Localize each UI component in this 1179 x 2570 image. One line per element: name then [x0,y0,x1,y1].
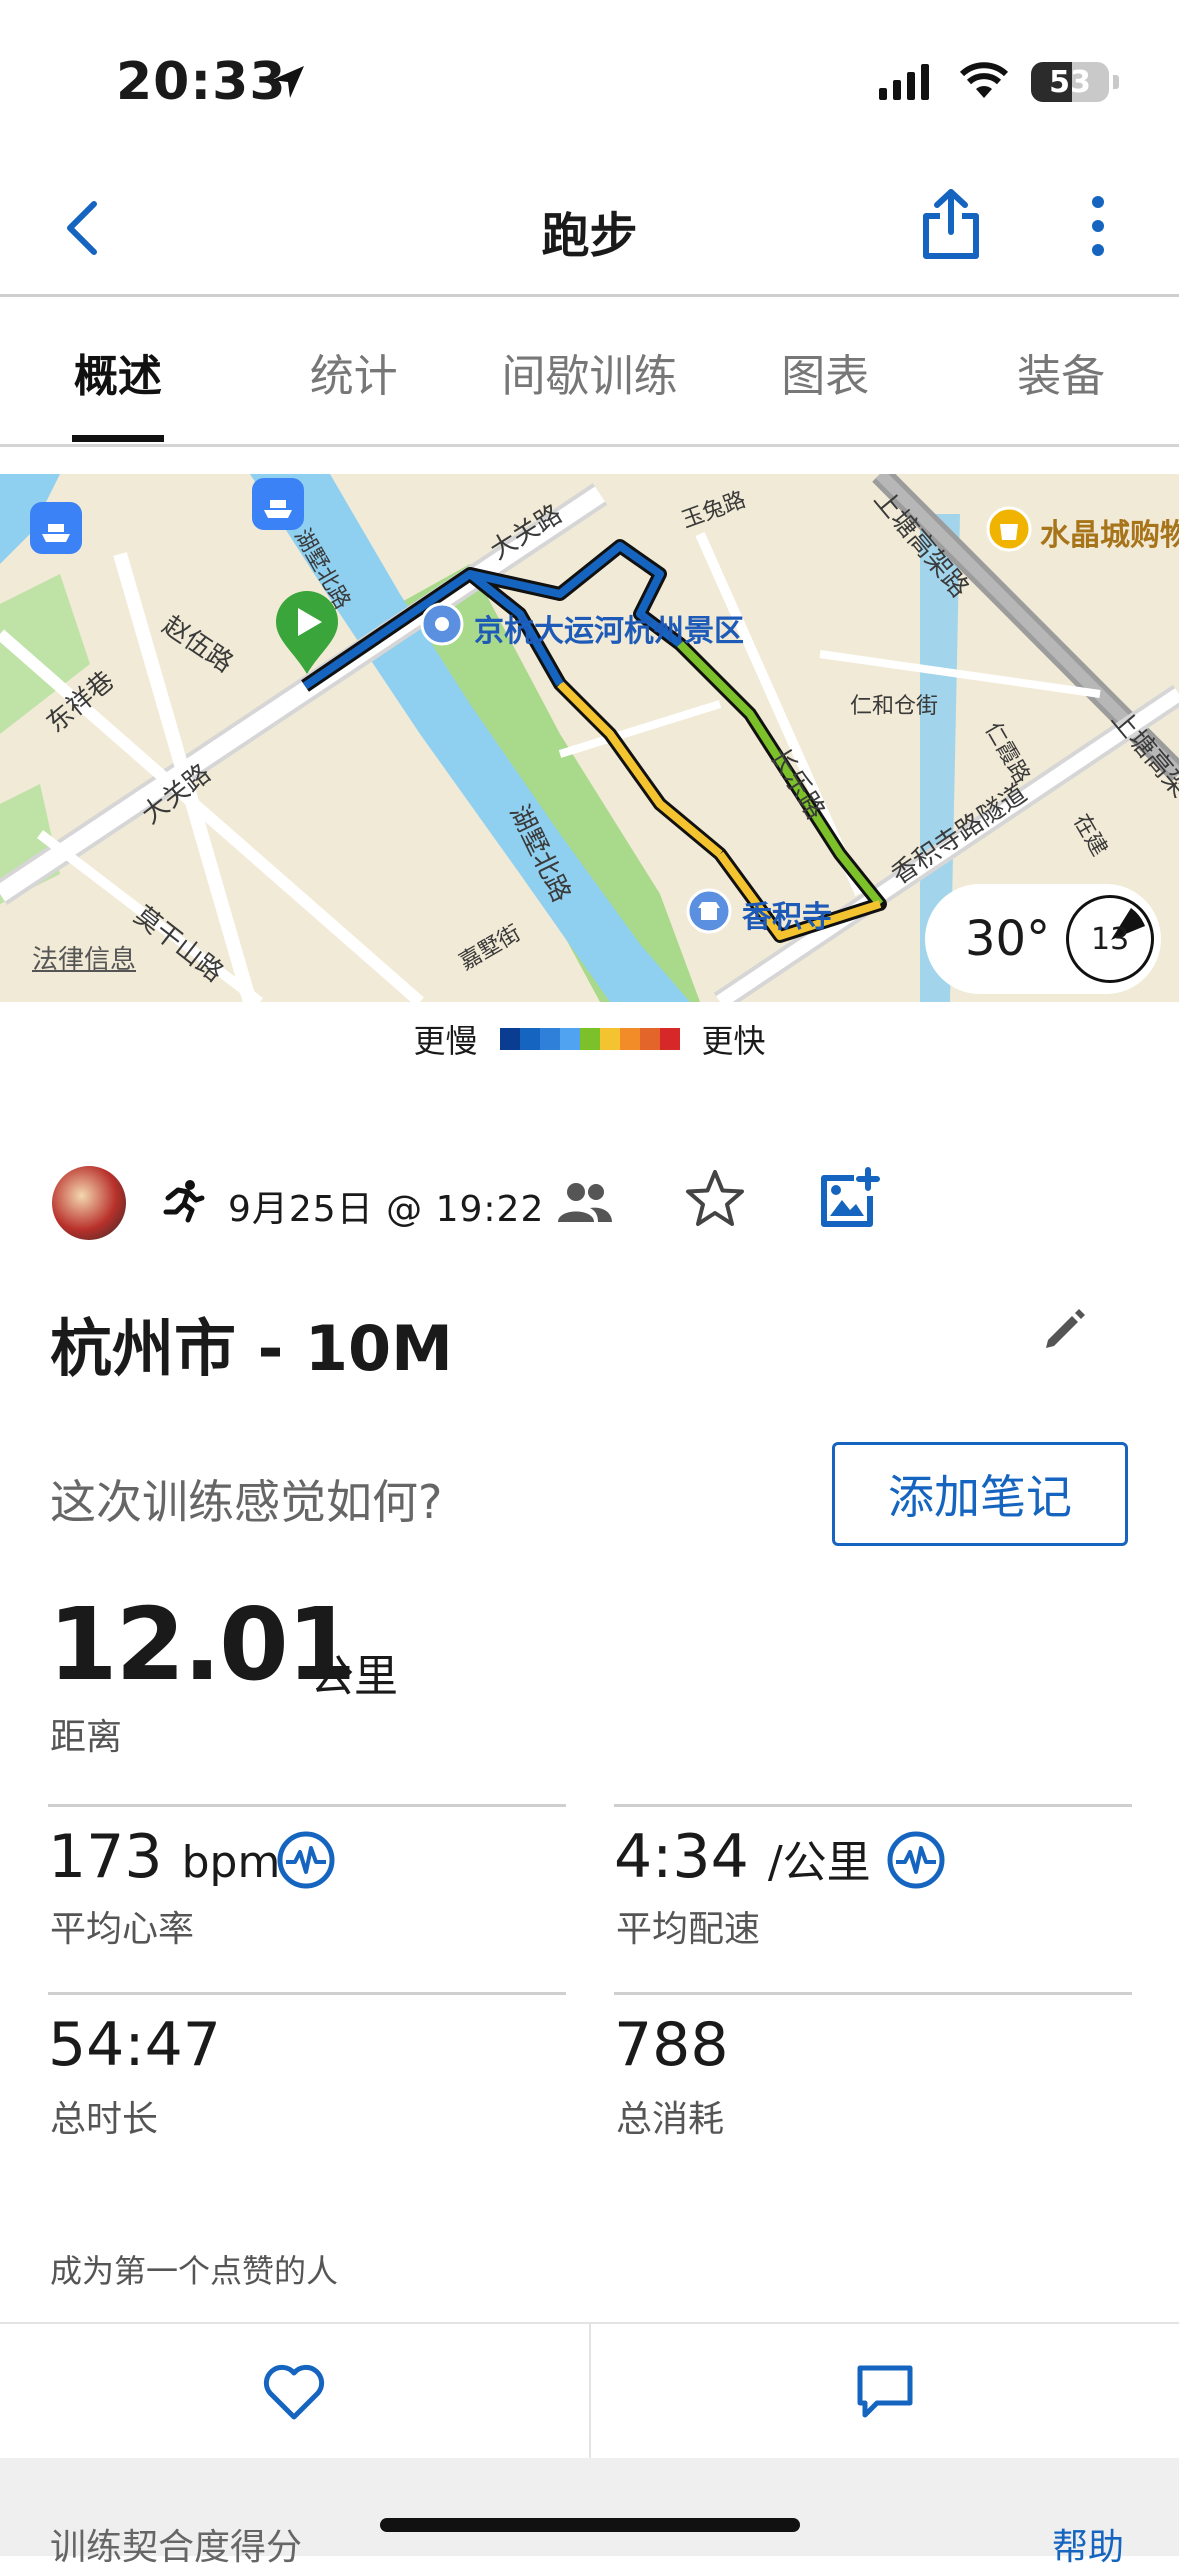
speed-color-swatch [620,1028,640,1050]
avatar[interactable] [52,1166,126,1240]
add-note-button[interactable]: 添加笔记 [832,1442,1128,1546]
like-first-text: 成为第一个点赞的人 [50,2246,338,2292]
map-poi-mall: 水晶城购物 [1040,510,1179,554]
home-indicator[interactable] [380,2518,800,2532]
comment-button[interactable] [589,2324,1179,2460]
star-icon[interactable] [684,1168,746,1230]
edit-pencil-icon[interactable] [1042,1306,1088,1352]
tab-gear[interactable]: 装备 [943,300,1179,444]
cellular-signal-icon [877,62,937,102]
wind-speed: 13 [1091,922,1129,957]
weather-widget: 30° 13 [925,884,1161,994]
feel-prompt: 这次训练感觉如何? [50,1466,442,1532]
stat-divider [614,1804,1132,1807]
battery-icon: 53 [1031,62,1109,102]
speed-color-swatch [580,1028,600,1050]
map-road-label: 仁和仓街 [850,688,938,720]
ferry-icon [252,478,304,530]
heart-rate-monitor-icon [886,1830,946,1890]
running-icon [160,1178,206,1224]
training-fit-score-heading: 训练契合度得分 [50,2518,302,2570]
wifi-icon [959,62,1009,102]
activity-title: 杭州市 - 10M [50,1298,453,1388]
pace-unit: /公里 [768,1837,871,1888]
stat-divider [614,1992,1132,1995]
ferry-icon [30,502,82,554]
calories-label: 总消耗 [616,2090,724,2142]
status-indicators: 53 [877,62,1119,102]
stat-divider [48,1992,566,1995]
heart-rate-label: 平均心率 [50,1900,194,1952]
distance-value: 12.01 [48,1586,354,1703]
pace-stat: 4:34 /公里 [614,1822,871,1892]
battery-nub [1113,75,1119,89]
activity-date: 9月25日 @ 19:22 [228,1180,544,1232]
tab-charts[interactable]: 图表 [707,300,943,444]
shopping-icon [986,506,1032,552]
header-divider [0,294,1179,297]
status-time: 20:33 [116,52,287,112]
tab-intervals[interactable]: 间歇训练 [472,300,708,444]
location-arrow-icon [268,62,308,102]
speed-legend: 更慢 更快 [0,1016,1179,1062]
weather-temperature: 30° [965,911,1050,967]
temple-icon [686,888,732,934]
add-photo-icon[interactable] [818,1166,882,1230]
speed-color-swatch [660,1028,680,1050]
speed-color-scale [500,1028,680,1050]
battery-level: 53 [1031,62,1109,102]
speed-color-swatch [540,1028,560,1050]
heart-rate-monitor-icon [276,1830,336,1890]
like-button[interactable] [0,2324,589,2460]
heart-icon [262,2363,326,2421]
distance-unit: 公里 [310,1640,398,1704]
speed-color-swatch [560,1028,580,1050]
comment-icon [855,2363,915,2421]
speed-color-swatch [500,1028,520,1050]
calories-value: 788 [614,2010,729,2080]
stat-divider [48,1804,566,1807]
speed-color-swatch [640,1028,660,1050]
map-poi-canal: 京杭大运河杭州景区 [474,606,744,650]
heart-rate-stat: 173 bpm [48,1822,280,1892]
legend-fast-label: 更快 [702,1016,766,1062]
duration-value: 54:47 [48,2010,221,2080]
route-map[interactable]: 大关路 赵伍路 东祥巷 湖墅北路 大关路 莫干山路 湖墅北路 嘉墅街 玉兔路 上… [0,474,1179,1002]
wind-speed-icon: 13 [1066,895,1154,983]
social-action-bar [0,2322,1179,2460]
heart-rate-value: 173 [48,1822,163,1892]
tab-bar: 概述 统计 间歇训练 图表 装备 [0,300,1179,444]
people-icon[interactable] [556,1180,612,1224]
help-link[interactable]: 帮助 [1052,2518,1124,2570]
map-poi-temple: 香积寺 [742,892,832,936]
speed-color-swatch [600,1028,620,1050]
legend-slow-label: 更慢 [413,1016,477,1062]
tab-stats[interactable]: 统计 [236,300,472,444]
share-icon[interactable] [920,188,982,260]
heart-rate-unit: bpm [182,1837,281,1888]
scenic-area-icon [420,602,464,646]
pace-label: 平均配速 [616,1900,760,1952]
distance-label: 距离 [50,1708,122,1760]
tabs-divider [0,444,1179,447]
pace-value: 4:34 [614,1822,749,1892]
tab-overview[interactable]: 概述 [0,300,236,444]
legal-info-link[interactable]: 法律信息 [32,939,136,976]
speed-color-swatch [520,1028,540,1050]
duration-label: 总时长 [50,2090,158,2142]
more-options-icon[interactable] [1086,196,1110,256]
page-title: 跑步 [0,196,1179,266]
